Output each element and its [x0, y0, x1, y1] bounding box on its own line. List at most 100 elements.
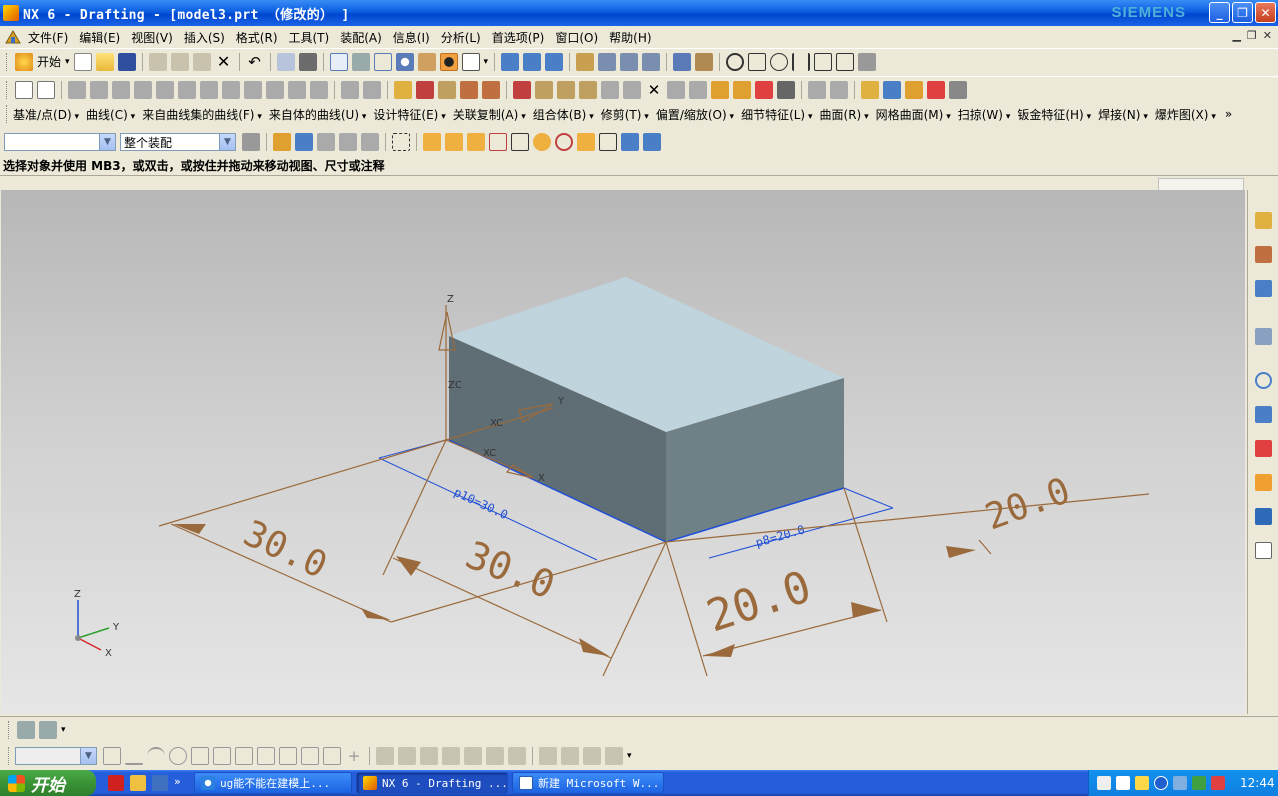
menu-tools[interactable]: 工具(T): [289, 29, 330, 46]
folder-quicklaunch-icon[interactable]: [130, 775, 146, 791]
magnify-icon[interactable]: [395, 52, 414, 71]
dim-text-20-center[interactable]: 20.0: [701, 561, 818, 642]
section-view-icon[interactable]: [134, 80, 152, 99]
edit-style-icon[interactable]: [861, 80, 879, 99]
dim-text-20-right[interactable]: 20.0: [980, 470, 1075, 538]
zoom-area-icon[interactable]: [351, 52, 370, 71]
network-tray-icon[interactable]: [1135, 776, 1149, 790]
dimension-icon[interactable]: [394, 80, 412, 99]
menu-curve-from-curves[interactable]: 来自曲线集的曲线(F): [142, 106, 262, 123]
graphics-viewport[interactable]: Z ZC Y XC XC X p10=30.0 p8=20.0 30.0 30.…: [1, 190, 1245, 714]
snap-options-icon[interactable]: [858, 52, 877, 71]
roles-icon[interactable]: [1255, 474, 1272, 491]
angle-dim-icon[interactable]: [438, 80, 456, 99]
half-section-icon[interactable]: [156, 80, 174, 99]
system-materials-icon[interactable]: [1255, 406, 1272, 423]
snap-quadrant-icon[interactable]: [555, 133, 573, 151]
display-tray-icon[interactable]: [1173, 776, 1187, 790]
part-navigator-icon[interactable]: [1255, 246, 1272, 263]
intersection-curve-icon[interactable]: [605, 747, 623, 765]
zoom-icon[interactable]: [373, 52, 392, 71]
layer-icon[interactable]: [673, 52, 692, 71]
target-point-icon[interactable]: ✕: [645, 81, 663, 99]
snap-arc-center-icon[interactable]: [511, 133, 529, 151]
security-tray-icon[interactable]: [1192, 776, 1206, 790]
line-icon[interactable]: [125, 747, 143, 765]
surface-finish-icon[interactable]: [601, 80, 619, 99]
model-drawing[interactable]: Z ZC Y XC XC X p10=30.0 p8=20.0 30.0 30.…: [1, 190, 1245, 714]
sketch-circle-icon[interactable]: [169, 747, 187, 765]
app-quicklaunch-icon[interactable]: [108, 775, 124, 791]
break-out-icon[interactable]: [266, 80, 284, 99]
feature-select-icon[interactable]: [273, 133, 291, 151]
chevron-down-icon[interactable]: ▼: [219, 134, 235, 150]
snap-control-icon[interactable]: [467, 133, 485, 151]
annotation-plane-icon[interactable]: [905, 80, 923, 99]
palette-icon[interactable]: [1255, 542, 1272, 559]
menu-trim[interactable]: 修剪(T): [601, 106, 649, 123]
help-tray-icon[interactable]: [1116, 776, 1130, 790]
mdi-close-icon[interactable]: ✕: [1263, 29, 1272, 42]
reuse-library-icon[interactable]: [1255, 280, 1272, 297]
replace-view-icon[interactable]: [523, 52, 542, 71]
image-icon[interactable]: [777, 80, 795, 99]
pan-icon[interactable]: [417, 52, 436, 71]
minimize-button[interactable]: _: [1209, 2, 1230, 23]
menu-exploded-view[interactable]: 爆炸图(X): [1155, 106, 1216, 123]
menu-window[interactable]: 窗口(O): [555, 29, 598, 46]
toolbar-grip[interactable]: [8, 747, 11, 765]
menu-file[interactable]: 文件(F): [28, 29, 68, 46]
dim-text-30-left[interactable]: 30.0: [237, 513, 333, 587]
alert-tray-icon[interactable]: [1211, 776, 1225, 790]
toolbar-grip[interactable]: [6, 52, 9, 71]
desktop-quicklaunch-icon[interactable]: [152, 775, 168, 791]
dim-label-p10[interactable]: p10=30.0: [452, 485, 510, 522]
inferred-constraints-icon[interactable]: [508, 747, 526, 765]
paste-icon[interactable]: [192, 52, 211, 71]
parallel-icon[interactable]: [792, 52, 811, 71]
cut-icon[interactable]: [148, 52, 167, 71]
orient-view-icon[interactable]: [501, 52, 520, 71]
snap-intersection-icon[interactable]: [489, 133, 507, 151]
menu-detail-feature[interactable]: 细节特征(L): [741, 106, 812, 123]
chevron-down-icon[interactable]: ▼: [99, 134, 115, 150]
start-button[interactable]: 开始: [0, 770, 96, 796]
feature-control-icon[interactable]: [557, 80, 575, 99]
rectangle-select-icon[interactable]: [392, 133, 410, 151]
snap-center-icon[interactable]: [533, 133, 551, 151]
undo-icon[interactable]: ↶: [246, 53, 264, 71]
datum-feature-icon[interactable]: [579, 80, 597, 99]
web-browser-icon[interactable]: [1255, 328, 1272, 345]
toolbar-grip[interactable]: [8, 720, 11, 739]
render-style-dropdown-icon[interactable]: ▾: [484, 57, 489, 67]
save-icon[interactable]: [117, 52, 136, 71]
show-constraints-icon[interactable]: [442, 747, 460, 765]
quick-extend-icon[interactable]: [235, 747, 253, 765]
convert-reference-icon[interactable]: [464, 747, 482, 765]
quicklaunch-more-icon[interactable]: »: [174, 775, 190, 791]
menu-design-feature[interactable]: 设计特征(E): [373, 106, 445, 123]
arc-center-icon[interactable]: [748, 52, 767, 71]
new-sheet-icon[interactable]: [15, 80, 33, 99]
base-view-icon[interactable]: [68, 80, 86, 99]
sketch-chamfer-icon[interactable]: [279, 747, 297, 765]
radius-dim-icon[interactable]: [482, 80, 500, 99]
inferred-dimension-icon[interactable]: [376, 747, 394, 765]
make-corner-icon[interactable]: [257, 747, 275, 765]
fit-view-icon[interactable]: [329, 52, 348, 71]
offset-curve-icon[interactable]: [539, 747, 557, 765]
render-style-icon[interactable]: [461, 52, 480, 71]
select-body-icon[interactable]: [317, 133, 335, 151]
open-sheet-icon[interactable]: [37, 80, 55, 99]
snap-on-surface-icon[interactable]: [621, 133, 639, 151]
open-folder-icon[interactable]: [95, 52, 114, 71]
ordinate-dim-icon[interactable]: [513, 80, 531, 99]
menu-preferences[interactable]: 首选项(P): [492, 29, 545, 46]
offset-center-icon[interactable]: [689, 80, 707, 99]
projected-view-icon[interactable]: [90, 80, 108, 99]
taskbar-item-browser[interactable]: ug能不能在建模上...: [194, 772, 352, 794]
menu-mesh-surface[interactable]: 网格曲面(M): [876, 106, 951, 123]
menu-combine[interactable]: 组合体(B): [533, 106, 594, 123]
snap-on-curve-icon[interactable]: [599, 133, 617, 151]
start-menu-button[interactable]: 开始: [37, 53, 61, 70]
